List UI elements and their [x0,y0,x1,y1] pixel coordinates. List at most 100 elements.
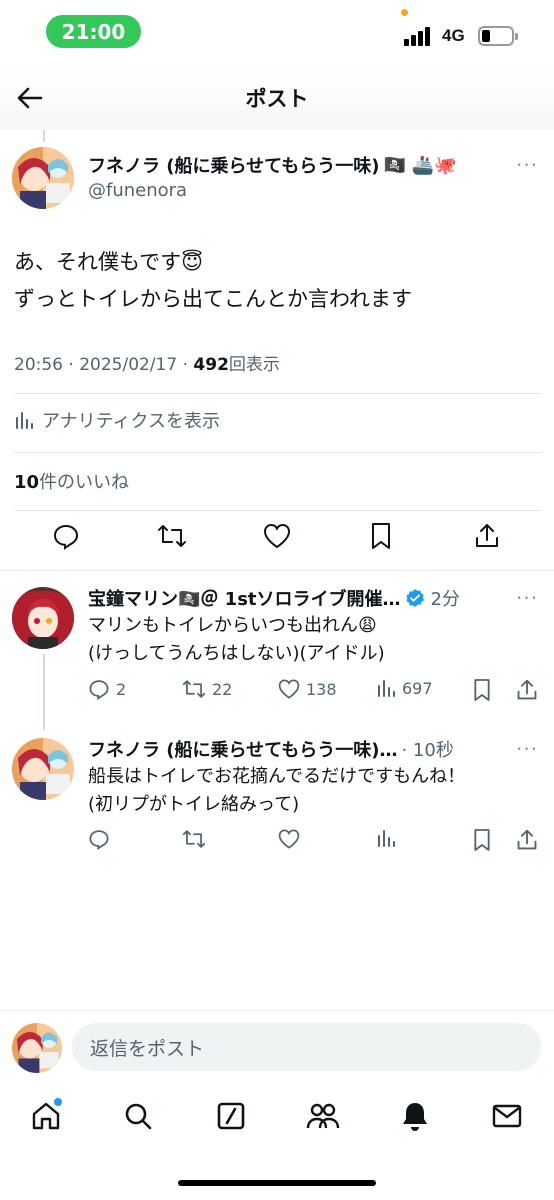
heart-icon [278,679,300,699]
share-icon [476,524,498,547]
tab-grok[interactable] [213,1098,249,1134]
share-button[interactable] [471,520,503,552]
more-options-icon[interactable]: ··· [516,737,538,761]
repost-icon [182,830,206,848]
heart-icon [278,829,300,849]
reply-bookmark-button[interactable] [472,828,492,852]
reply-icon [89,680,109,700]
search-icon [125,1103,152,1130]
reply-repost-button[interactable]: 22 [182,678,232,700]
reply-button[interactable] [50,520,82,552]
tab-messages[interactable] [489,1098,525,1134]
post-text-line-2: ずっとトイレから出てこんとか言われます [14,287,412,311]
signal-icon [404,26,434,46]
repost-icon [182,680,206,698]
author-avatar[interactable] [12,147,74,209]
back-button[interactable] [14,82,46,114]
reply-text-line-2: (けっしてうんちはしない)(アイドル) [88,643,385,664]
reply-name-row[interactable]: フネノラ (船に乗らせてもらう一味)… · 10秒 [88,736,516,762]
post-action-bar [0,520,554,564]
reply-text: 船長はトイレでお花摘んでるだけですもんね！ (初リプがトイレ絡みって) [88,763,465,819]
post-timestamp[interactable]: 20:56 · 2025/02/17 · [14,355,193,375]
status-bar: 21:00 4G [0,0,554,66]
network-label: 4G [442,26,465,45]
bottom-tab-bar [0,1084,554,1200]
home-indicator [178,1180,376,1186]
divider [0,570,554,571]
likes-count[interactable]: 10件のいいね [14,468,129,494]
tab-search[interactable] [120,1098,156,1134]
author-name-emoji: 🏴‍☠️ 🚢🐙 [383,154,457,176]
status-time: 21:00 [46,15,141,48]
page-title: ポスト [245,87,309,111]
reply-reply-button[interactable]: 2 [88,678,126,700]
battery-icon [478,26,518,46]
bookmark-button[interactable] [365,520,397,552]
reply-display-name: 宝鐘マリン🏴‍☠️＠ 1stソロライブ開催… [88,589,401,610]
thread-line [43,654,45,730]
like-count: 138 [306,679,337,699]
divider [14,510,542,511]
repost-button[interactable] [156,520,188,552]
reply-display-name: フネノラ (船に乗らせてもらう一味)… [88,740,398,761]
reply-name-row[interactable]: 宝鐘マリン🏴‍☠️＠ 1stソロライブ開催… 2分 [88,585,516,611]
reply-like-button[interactable] [278,828,300,850]
tab-home[interactable] [28,1098,64,1134]
communities-icon [306,1103,340,1129]
reply-input[interactable]: 返信をポスト [72,1023,541,1071]
like-button[interactable] [261,520,293,552]
reply-icon [89,830,109,850]
reply-text-line-1: マリンもトイレからいつも出れん😩 [88,615,377,636]
my-avatar[interactable] [12,1023,62,1073]
share-icon [517,829,537,850]
reply-time: · 10秒 [401,740,454,761]
reply-reply-button[interactable] [88,828,110,850]
repost-count: 22 [212,679,233,699]
reply-avatar[interactable] [12,738,74,800]
reply-share-button[interactable] [516,828,538,852]
divider [14,393,542,394]
divider [14,452,542,453]
reply-views-button[interactable]: 697 [376,678,433,698]
reply-action-bar [88,826,548,856]
thread-line-top [43,130,45,142]
more-options-icon[interactable]: ··· [516,153,538,177]
reply-share-button[interactable] [516,678,538,702]
reply-views-button[interactable] [376,828,396,848]
reply-repost-button[interactable] [182,828,206,850]
analytics-icon [378,680,395,697]
tab-communities[interactable] [305,1098,341,1134]
reply-text: マリンもトイレからいつも出れん😩 (けっしてうんちはしない)(アイドル) [88,612,385,668]
likes-label: 件のいいね [39,472,130,493]
post-text: あ、それ僕もです😇 ずっとトイレから出てこんとか言われます [14,244,412,318]
likes-number: 10 [14,472,40,493]
bell-icon [403,1103,427,1131]
analytics-link[interactable]: アナリティクスを表示 [14,407,220,433]
post-views-label: 回表示 [228,355,280,375]
tab-notifications[interactable] [397,1098,433,1134]
reply-action-bar: 2 22 138 697 [88,676,548,706]
post-meta: 20:56 · 2025/02/17 · 492回表示 [14,350,280,375]
post-text-line-1: あ、それ僕もです😇 [14,250,204,274]
mail-icon [492,1104,522,1128]
author-name-row[interactable]: フネノラ (船に乗らせてもらう一味) 🏴‍☠️ 🚢🐙 [88,152,508,178]
post-views: 492 [193,355,229,375]
repost-icon [158,525,186,547]
analytics-icon [378,830,395,847]
notification-dot [54,1098,62,1106]
analytics-label: アナリティクスを表示 [42,411,221,432]
reply-like-button[interactable]: 138 [278,678,337,700]
top-header: ポスト [0,66,554,130]
verified-badge-icon [405,588,425,608]
reply-avatar[interactable] [12,587,74,649]
author-handle[interactable]: @funenora [88,180,187,201]
more-options-icon[interactable]: ··· [516,586,538,610]
bookmark-icon [474,829,490,851]
bookmark-icon [474,679,490,701]
reply-time: 2分 [430,589,460,610]
share-icon [517,679,537,700]
back-arrow-icon [17,87,43,109]
reply-bookmark-button[interactable] [472,678,492,702]
analytics-icon [16,412,33,429]
bookmark-icon [372,523,390,549]
